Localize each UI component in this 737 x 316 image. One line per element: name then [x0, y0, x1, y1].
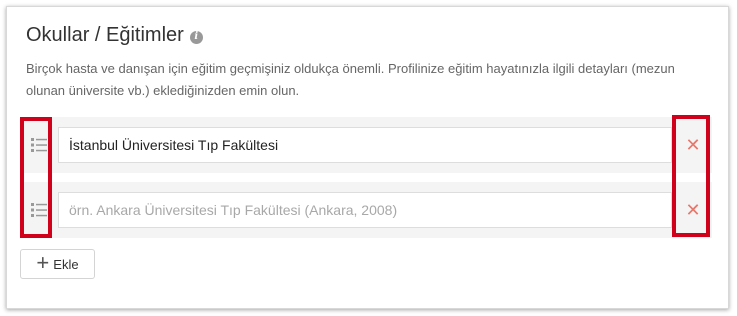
- add-button-label: Ekle: [53, 256, 79, 272]
- drag-handle-icon[interactable]: [20, 117, 58, 173]
- remove-icon[interactable]: ✕: [674, 182, 712, 238]
- section-title: Okullar / Eğitimler: [26, 24, 184, 46]
- education-input[interactable]: [58, 127, 672, 163]
- education-input[interactable]: [58, 192, 672, 228]
- title-row: Okullar / Eğitimler i: [26, 24, 203, 47]
- plus-icon: +: [36, 250, 50, 275]
- education-row: ✕: [20, 182, 712, 238]
- section-description: Birçok hasta ve danışan için eğitim geçm…: [26, 61, 675, 98]
- remove-icon[interactable]: ✕: [674, 117, 712, 173]
- education-list: ✕ ✕: [20, 117, 712, 247]
- info-icon[interactable]: i: [189, 30, 203, 44]
- add-education-button[interactable]: + Ekle: [20, 249, 95, 279]
- drag-handle-icon[interactable]: [20, 182, 58, 238]
- education-row: ✕: [20, 117, 712, 173]
